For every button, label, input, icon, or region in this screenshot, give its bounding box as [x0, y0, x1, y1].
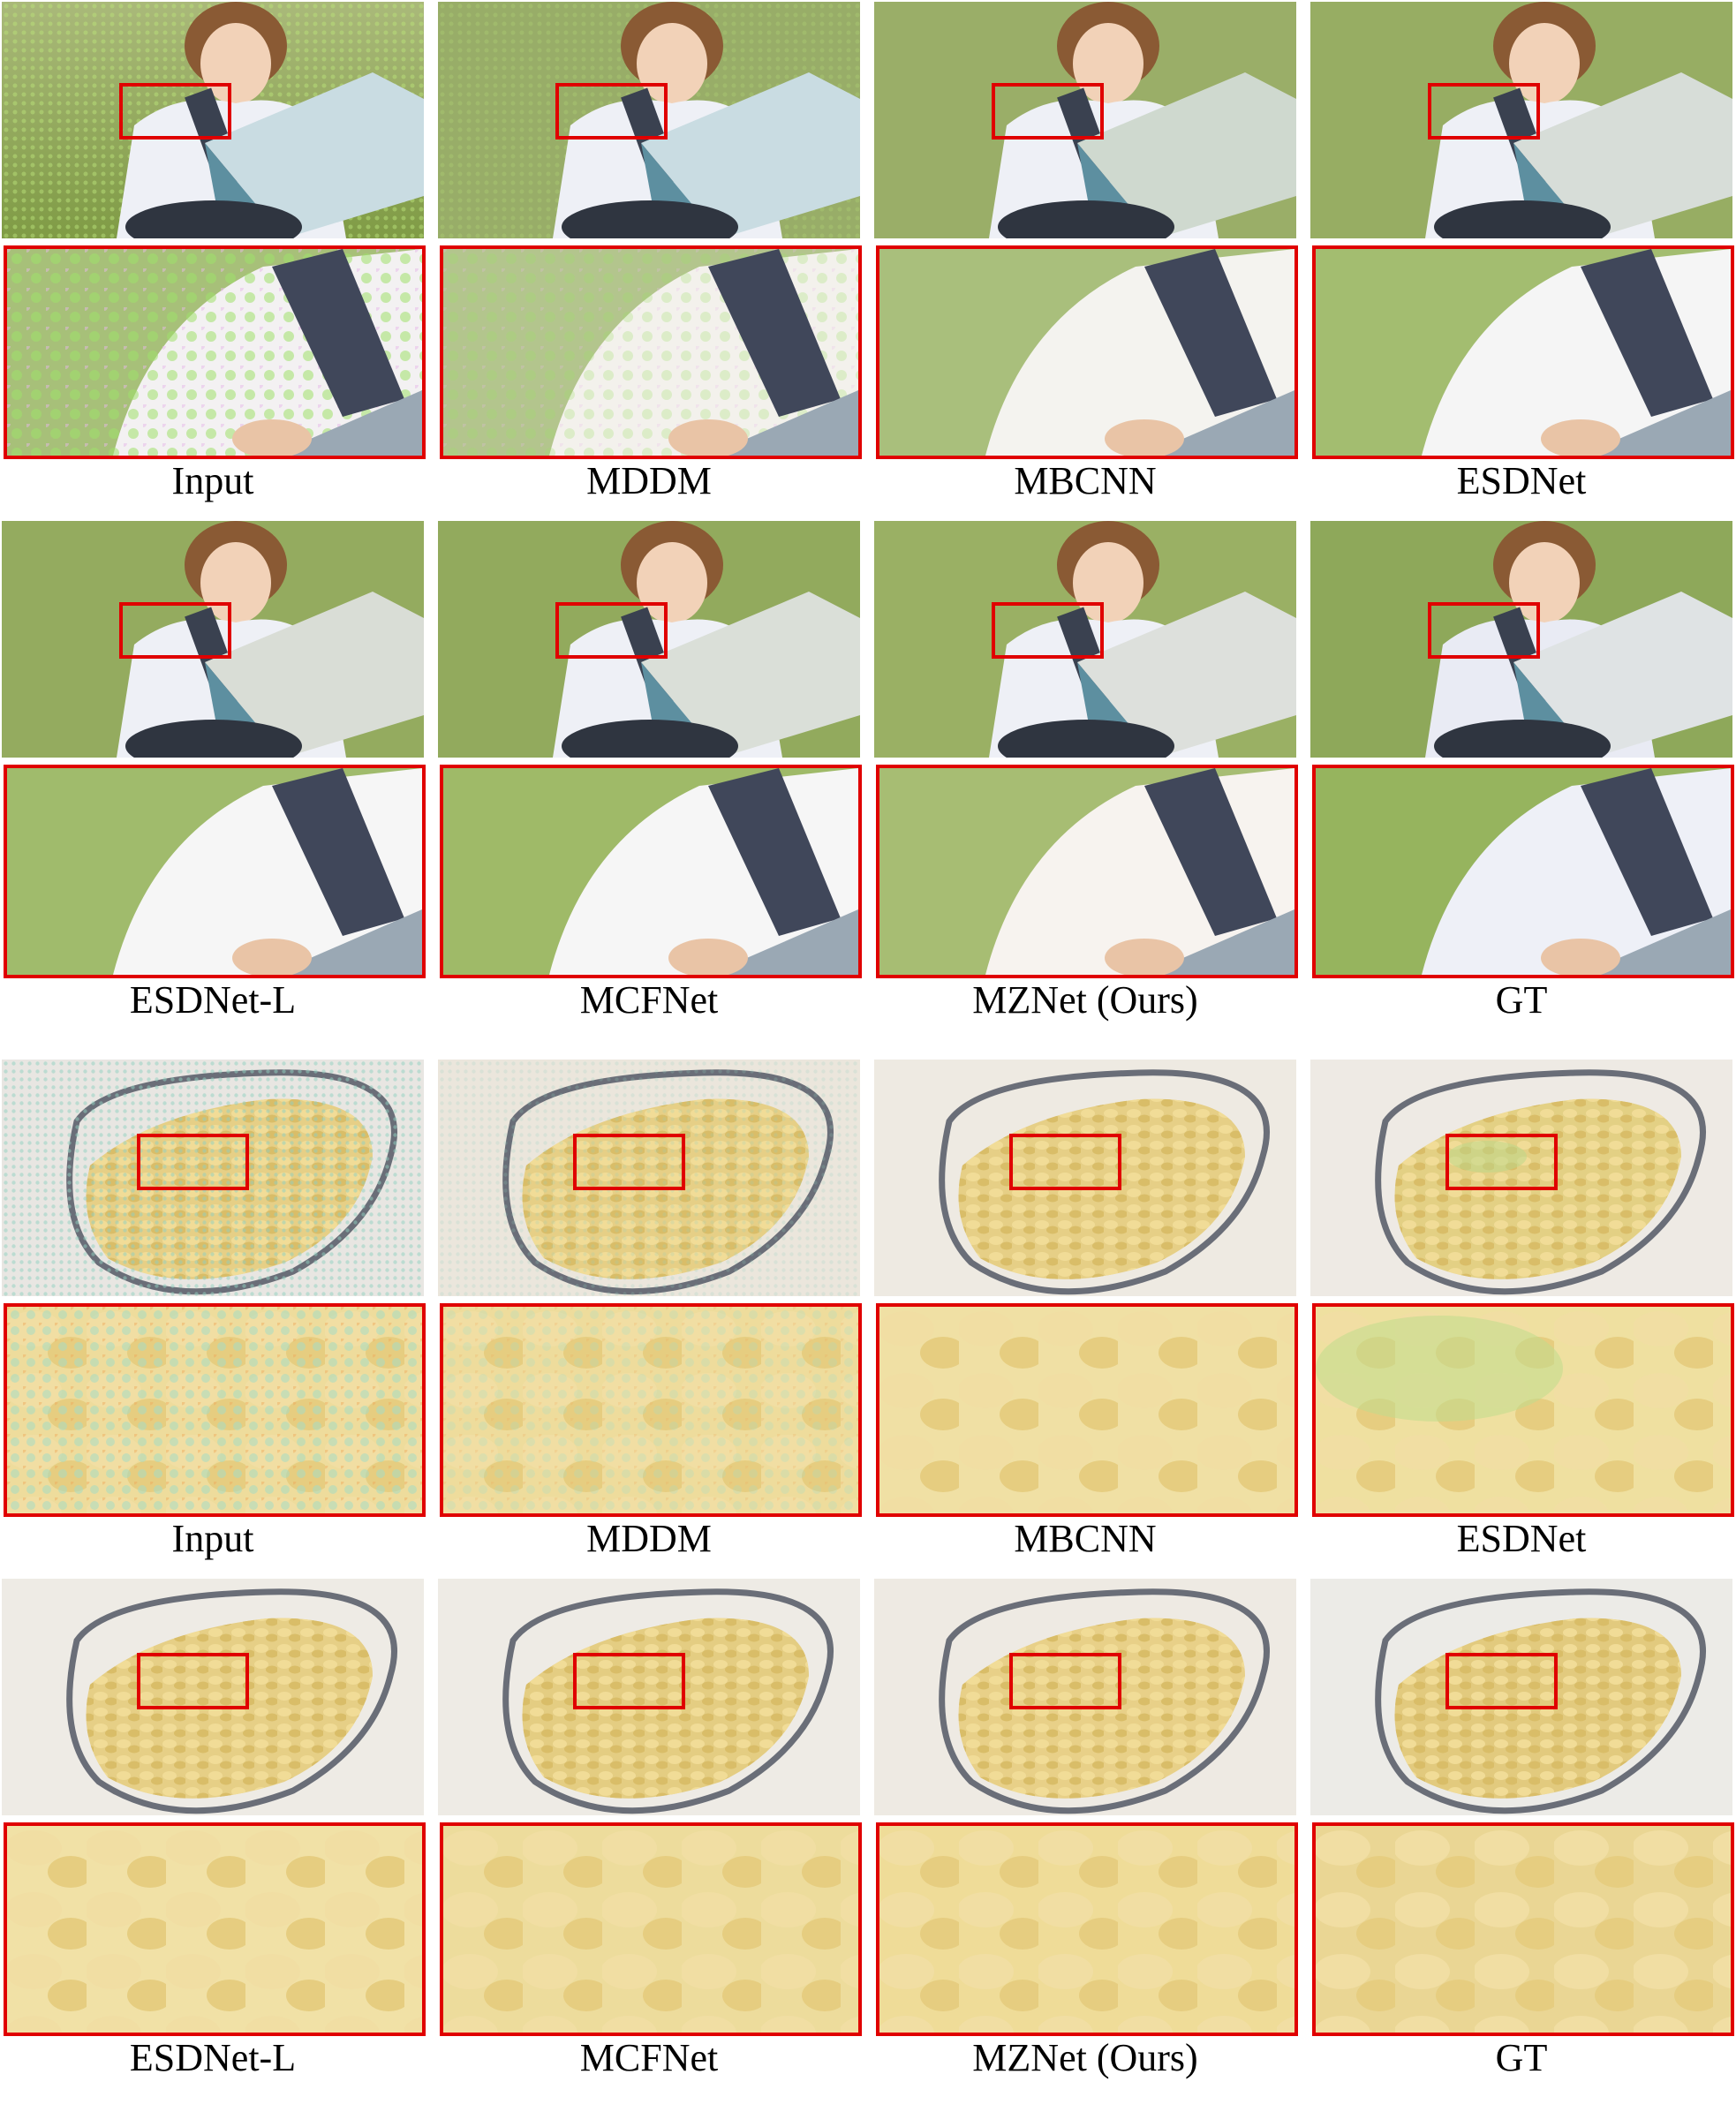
method-label: GT: [1495, 978, 1548, 1022]
zoom-crop: [876, 765, 1298, 978]
boy-thumbnail: [2, 521, 424, 758]
zoom-crop: [440, 765, 862, 978]
zoom-crop: [440, 1822, 862, 2036]
method-label: MCFNet: [579, 978, 719, 1022]
zoom-crop: [1312, 1303, 1734, 1517]
method-label: MDDM: [586, 459, 712, 502]
boy-thumbnail: [438, 2, 860, 238]
zoom-crop: [4, 245, 426, 459]
figure: Input MDDM MBCNN ESDNet ESDNet-L MCFNet …: [0, 0, 1736, 2112]
zoom-crop: [440, 1303, 862, 1517]
boy-thumbnail: [2, 2, 424, 238]
highlight-box: [992, 83, 1104, 140]
highlight-box: [1009, 1134, 1121, 1190]
zoom-crop: [4, 1822, 426, 2036]
highlight-box: [137, 1653, 249, 1709]
method-label: ESDNet-L: [129, 978, 297, 1022]
highlight-box: [573, 1653, 685, 1709]
method-label: Input: [171, 1517, 254, 1560]
boy-thumbnail: [874, 2, 1296, 238]
zoom-crop: [1312, 1822, 1734, 2036]
rice-bowl-thumbnail: [2, 1060, 424, 1296]
highlight-box: [137, 1134, 249, 1190]
rice-bowl-thumbnail: [1310, 1060, 1732, 1296]
zoom-crop: [876, 1822, 1298, 2036]
method-label: MZNet (Ours): [972, 978, 1198, 1022]
method-label: MBCNN: [1014, 1517, 1157, 1560]
method-label: ESDNet-L: [129, 2036, 297, 2079]
highlight-box: [992, 602, 1104, 659]
method-label: Input: [171, 459, 254, 502]
rice-bowl-thumbnail: [2, 1579, 424, 1815]
zoom-crop: [440, 245, 862, 459]
zoom-crop: [1312, 765, 1734, 978]
method-label: ESDNet: [1456, 1517, 1587, 1560]
method-label: MZNet (Ours): [972, 2036, 1198, 2079]
method-label: GT: [1495, 2036, 1548, 2079]
rice-bowl-thumbnail: [438, 1579, 860, 1815]
method-label: MDDM: [586, 1517, 712, 1560]
zoom-crop: [1312, 245, 1734, 459]
highlight-box: [1445, 1653, 1558, 1709]
method-label: MCFNet: [579, 2036, 719, 2079]
boy-thumbnail: [1310, 521, 1732, 758]
method-label: ESDNet: [1456, 459, 1587, 502]
rice-bowl-thumbnail: [1310, 1579, 1732, 1815]
boy-thumbnail: [438, 521, 860, 758]
highlight-box: [119, 602, 231, 659]
zoom-crop: [876, 1303, 1298, 1517]
zoom-crop: [4, 765, 426, 978]
highlight-box: [555, 602, 668, 659]
highlight-box: [119, 83, 231, 140]
method-label: MBCNN: [1014, 459, 1157, 502]
highlight-box: [1445, 1134, 1558, 1190]
boy-thumbnail: [1310, 2, 1732, 238]
highlight-box: [573, 1134, 685, 1190]
rice-bowl-thumbnail: [874, 1060, 1296, 1296]
highlight-box: [1428, 602, 1540, 659]
boy-thumbnail: [874, 521, 1296, 758]
zoom-crop: [876, 245, 1298, 459]
rice-bowl-thumbnail: [874, 1579, 1296, 1815]
highlight-box: [555, 83, 668, 140]
rice-bowl-thumbnail: [438, 1060, 860, 1296]
highlight-box: [1009, 1653, 1121, 1709]
zoom-crop: [4, 1303, 426, 1517]
highlight-box: [1428, 83, 1540, 140]
